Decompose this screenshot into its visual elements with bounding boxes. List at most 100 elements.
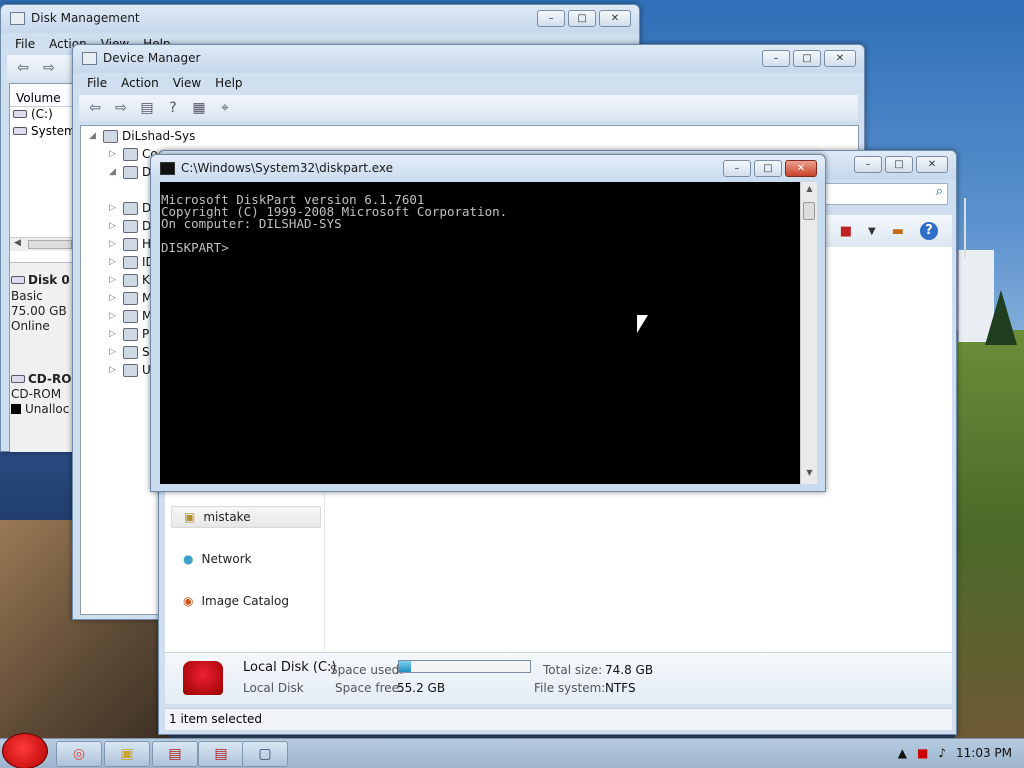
console-output[interactable]: Microsoft DiskPart version 6.1.7601 Copyr… xyxy=(160,182,800,484)
close-button[interactable]: ✕ xyxy=(785,160,817,177)
help-icon[interactable]: ? xyxy=(920,222,938,240)
collapse-arrow-icon[interactable]: ◢ xyxy=(89,131,99,141)
tree-item[interactable]: ▷ D xyxy=(109,201,151,215)
device-icon xyxy=(123,255,138,269)
tree-item[interactable]: ▷ S xyxy=(109,345,150,359)
minimize-button[interactable]: – xyxy=(537,10,565,27)
scroll-thumb[interactable] xyxy=(28,240,72,249)
minimize-button[interactable]: – xyxy=(723,160,751,177)
close-button[interactable]: ✕ xyxy=(916,156,948,173)
taskbar-window[interactable]: ▢ xyxy=(242,741,288,767)
collapse-arrow-icon[interactable]: ◢ xyxy=(109,167,119,177)
tree-item[interactable]: ◢ D xyxy=(109,165,151,179)
back-arrow-icon[interactable]: ⇦ xyxy=(13,59,33,77)
flag-icon[interactable]: ■ xyxy=(917,746,928,760)
scroll-up-icon[interactable]: ▲ xyxy=(801,184,818,198)
nav-item-mistake[interactable]: ▣ mistake xyxy=(171,506,321,528)
scroll-left-icon[interactable]: ◀ xyxy=(14,238,21,248)
expand-arrow-icon[interactable]: ▷ xyxy=(109,203,119,213)
forward-arrow-icon[interactable]: ⇨ xyxy=(111,99,131,117)
expand-arrow-icon[interactable]: ▷ xyxy=(109,257,119,267)
tree-item[interactable]: ▷ K xyxy=(109,273,150,287)
computer-icon xyxy=(103,129,118,143)
expand-arrow-icon[interactable]: ▷ xyxy=(109,275,119,285)
close-button[interactable]: ✕ xyxy=(824,50,856,67)
clock[interactable]: 11:03 PM xyxy=(956,746,1012,760)
maximize-button[interactable]: □ xyxy=(793,50,821,67)
maximize-button[interactable]: □ xyxy=(885,156,913,173)
folder-icon: ▣ xyxy=(184,510,196,524)
menu-action[interactable]: Action xyxy=(121,76,159,90)
expand-arrow-icon[interactable]: ▷ xyxy=(109,149,119,159)
nav-item-network[interactable]: ● Network xyxy=(171,548,321,570)
expand-arrow-icon[interactable]: ▷ xyxy=(109,311,119,321)
tree-item[interactable]: ▷ U xyxy=(109,363,151,377)
expand-arrow-icon[interactable]: ▷ xyxy=(109,347,119,357)
volume-c[interactable]: (C:) xyxy=(13,107,53,121)
preview-pane-icon[interactable]: ▬ xyxy=(892,224,904,239)
minimize-button[interactable]: – xyxy=(762,50,790,67)
tree-item[interactable]: ▷ H xyxy=(109,237,151,251)
volume-icon[interactable]: ♪ xyxy=(938,746,946,760)
back-arrow-icon[interactable]: ⇦ xyxy=(85,99,105,117)
legend-swatch xyxy=(11,404,21,414)
vertical-scrollbar[interactable]: ▲ ▼ xyxy=(800,182,817,484)
menu-view[interactable]: View xyxy=(173,76,201,90)
nav-label: mistake xyxy=(203,510,251,524)
scroll-thumb[interactable] xyxy=(803,202,815,220)
taskbar-explorer[interactable]: ▣ xyxy=(104,741,150,767)
title-bar[interactable]: C:\Windows\System32\diskpart.exe – □ ✕ xyxy=(151,155,825,183)
forward-arrow-icon[interactable]: ⇨ xyxy=(39,59,59,77)
menu-file[interactable]: File xyxy=(15,37,35,51)
title-bar[interactable]: Device Manager – □ ✕ xyxy=(73,45,864,73)
mouse-icon xyxy=(123,291,138,305)
tree-item[interactable]: ▷ M xyxy=(109,309,152,323)
properties-icon[interactable]: ▤ xyxy=(137,99,157,117)
space-free-value: 55.2 GB xyxy=(397,681,446,695)
view-options-icon[interactable]: ■ xyxy=(840,224,852,239)
column-volume[interactable]: Volume xyxy=(10,89,74,107)
expand-arrow-icon[interactable]: ▷ xyxy=(109,239,119,249)
space-used-bar xyxy=(398,660,531,673)
expand-arrow-icon[interactable]: ▷ xyxy=(109,293,119,303)
maximize-button[interactable]: □ xyxy=(754,160,782,177)
show-hidden-icons-icon[interactable]: ▲ xyxy=(898,746,907,760)
expand-arrow-icon[interactable]: ▷ xyxy=(109,329,119,339)
device-icon xyxy=(123,147,138,161)
image-catalog-icon: ◉ xyxy=(183,594,194,608)
wallpaper-mast xyxy=(964,198,966,258)
expand-arrow-icon[interactable]: ▷ xyxy=(109,365,119,375)
diskpart-window[interactable]: C:\Windows\System32\diskpart.exe – □ ✕ M… xyxy=(150,154,826,492)
menu-help[interactable]: Help xyxy=(215,76,242,90)
processor-icon xyxy=(123,327,138,341)
start-button[interactable] xyxy=(2,733,48,768)
taskbar-toolbox-1[interactable]: ▤ xyxy=(152,741,198,767)
tree-item[interactable]: ▷ M xyxy=(109,291,152,305)
expand-arrow-icon[interactable]: ▷ xyxy=(109,221,119,231)
maximize-button[interactable]: □ xyxy=(568,10,596,27)
scroll-down-icon[interactable]: ▼ xyxy=(801,468,818,482)
tree-item[interactable]: ▷ ID xyxy=(109,255,155,269)
device-manager-icon xyxy=(82,52,97,65)
taskbar-chrome[interactable]: ◎ xyxy=(56,741,102,767)
view-icon[interactable]: ▦ xyxy=(189,99,209,117)
tree-item-label: S xyxy=(142,345,150,359)
tree-item[interactable]: ▷ P xyxy=(109,327,149,341)
nav-item-image-catalog[interactable]: ◉ Image Catalog xyxy=(171,590,321,612)
minimize-button[interactable]: – xyxy=(854,156,882,173)
close-button[interactable]: ✕ xyxy=(599,10,631,27)
menu-file[interactable]: File xyxy=(87,76,107,90)
horizontal-scrollbar[interactable]: ◀ xyxy=(10,237,74,251)
device-icon xyxy=(123,165,138,179)
title-bar[interactable]: Disk Management – □ ✕ xyxy=(1,5,639,33)
volume-system[interactable]: System xyxy=(13,124,76,138)
tree-root[interactable]: ◢ DiLshad-Sys xyxy=(89,129,195,143)
volume-label: (C:) xyxy=(31,107,53,121)
help-icon[interactable]: ? xyxy=(163,99,183,117)
device-icon xyxy=(123,219,138,233)
folder-icon: ▣ xyxy=(120,746,134,762)
view-dropdown-icon[interactable]: ▼ xyxy=(868,226,876,237)
tree-item[interactable]: ▷ D xyxy=(109,219,151,233)
scan-hardware-icon[interactable]: ⌖ xyxy=(215,99,235,117)
taskbar-toolbox-2[interactable]: ▤ xyxy=(198,741,244,767)
